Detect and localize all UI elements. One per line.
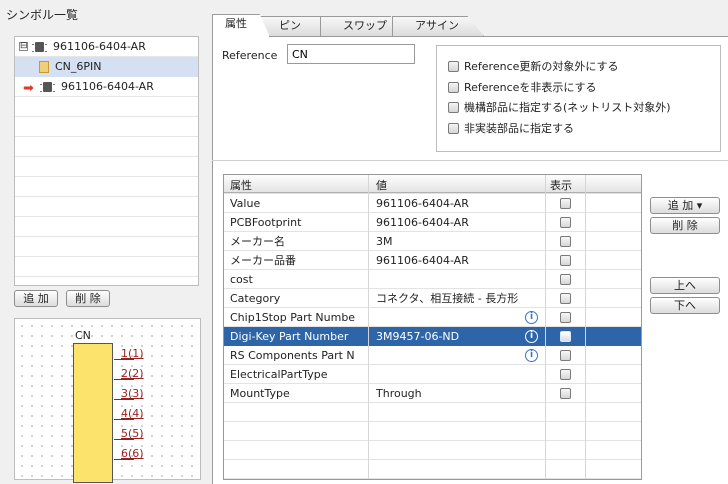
column-divider — [585, 175, 586, 479]
option-label: 機構部品に指定する(ネットリスト対象外) — [464, 101, 671, 114]
attribute-name: MountType — [230, 387, 290, 400]
add-symbol-button[interactable]: 追 加 — [14, 290, 58, 307]
attribute-name: RS Components Part N — [230, 349, 355, 362]
show-checkbox[interactable] — [560, 217, 571, 228]
pin-label: 2(2) — [121, 367, 144, 380]
symbol-body — [73, 343, 113, 483]
attribute-name: PCBFootprint — [230, 216, 302, 229]
chip-icon — [40, 82, 55, 92]
tree-item-label: CN_6PIN — [55, 60, 102, 73]
symbol-list-title: シンボル一覧 — [6, 8, 79, 22]
checkbox[interactable] — [448, 61, 459, 72]
info-icon[interactable]: i — [525, 349, 538, 362]
tree-item-part-current[interactable]: ➡ 961106-6404-AR — [15, 77, 198, 97]
tree-item-part[interactable]: ⊟ 961106-6404-AR — [15, 37, 198, 57]
option-label: 非実装部品に指定する — [464, 122, 574, 135]
attribute-value[interactable]: 3M — [376, 232, 546, 251]
delete-symbol-button[interactable]: 削 除 — [66, 290, 110, 307]
table-row[interactable]: メーカー名 3M — [224, 232, 641, 251]
show-checkbox[interactable] — [560, 369, 571, 380]
attribute-name: Category — [230, 292, 281, 305]
symbol-icon — [39, 61, 49, 73]
table-row[interactable]: Category コネクタ、相互接続 - 長方形 — [224, 289, 641, 308]
table-row[interactable]: MountType Through — [224, 384, 641, 403]
show-checkbox[interactable] — [560, 388, 571, 399]
collapse-icon[interactable]: ⊟ — [19, 42, 28, 51]
table-row[interactable]: RS Components Part N i — [224, 346, 641, 365]
show-checkbox[interactable] — [560, 350, 571, 361]
divider — [212, 160, 728, 161]
info-icon[interactable]: i — [525, 311, 538, 324]
option-label: Referenceを非表示にする — [464, 81, 597, 94]
attribute-name: Digi-Key Part Number — [230, 330, 349, 343]
tree-item-label: 961106-6404-AR — [53, 40, 146, 53]
pin-label: 5(5) — [121, 427, 144, 440]
show-checkbox[interactable] — [560, 255, 571, 266]
attribute-value[interactable]: 961106-6404-AR — [376, 194, 546, 213]
attribute-value[interactable]: 3M9457-06-ND — [376, 327, 546, 346]
attribute-name: cost — [230, 273, 253, 286]
attribute-name: Value — [230, 197, 261, 210]
option-label: Reference更新の対象外にする — [464, 60, 619, 73]
checkbox[interactable] — [448, 123, 459, 134]
attribute-value[interactable]: 961106-6404-AR — [376, 251, 546, 270]
reference-label: Reference — [222, 49, 278, 62]
tab-bar: 属性 ピン スワップ アサイン — [212, 14, 728, 37]
attribute-value[interactable]: Through — [376, 384, 546, 403]
symbol-reference-label: CN — [75, 329, 91, 342]
pin-label: 3(3) — [121, 387, 144, 400]
table-row[interactable]: Value 961106-6404-AR — [224, 194, 641, 213]
table-row[interactable]: Chip1Stop Part Numbe i — [224, 308, 641, 327]
column-header-value[interactable]: 値 — [376, 177, 387, 193]
move-up-button[interactable]: 上へ — [650, 277, 720, 294]
column-header-show[interactable]: 表示 — [550, 177, 572, 193]
attribute-name: Chip1Stop Part Numbe — [230, 311, 356, 324]
reference-input[interactable] — [287, 44, 415, 64]
table-row[interactable]: ElectricalPartType — [224, 365, 641, 384]
pin-label: 6(6) — [121, 447, 144, 460]
show-checkbox[interactable] — [560, 331, 571, 342]
table-row[interactable]: PCBFootprint 961106-6404-AR — [224, 213, 641, 232]
symbol-preview: CN 1(1) 2(2) 3(3) 4(4) 5(5) 6(6) — [14, 318, 201, 483]
show-checkbox[interactable] — [560, 293, 571, 304]
pin-label: 4(4) — [121, 407, 144, 420]
table-row[interactable]: メーカー品番 961106-6404-AR — [224, 251, 641, 270]
symbol-tree[interactable]: ⊟ 961106-6404-AR CN_6PIN ➡ 961106-6404-A… — [14, 36, 199, 286]
current-arrow-icon: ➡ — [23, 81, 34, 96]
tree-item-symbol[interactable]: CN_6PIN — [15, 57, 198, 77]
attribute-name: メーカー品番 — [230, 254, 296, 267]
attribute-name: メーカー名 — [230, 235, 285, 248]
show-checkbox[interactable] — [560, 274, 571, 285]
table-row-selected[interactable]: Digi-Key Part Number 3M9457-06-ND i — [224, 327, 641, 346]
show-checkbox[interactable] — [560, 236, 571, 247]
show-checkbox[interactable] — [560, 312, 571, 323]
show-checkbox[interactable] — [560, 198, 571, 209]
add-attribute-button[interactable]: 追 加 ▾ — [650, 197, 720, 214]
delete-attribute-button[interactable]: 削 除 — [650, 217, 720, 234]
tab-assign[interactable]: アサイン — [392, 16, 484, 36]
checkbox[interactable] — [448, 102, 459, 113]
column-divider — [368, 175, 369, 479]
checkbox[interactable] — [448, 82, 459, 93]
table-row[interactable]: cost — [224, 270, 641, 289]
table-header — [224, 175, 641, 193]
attribute-name: ElectricalPartType — [230, 368, 328, 381]
info-icon[interactable]: i — [525, 330, 538, 343]
move-down-button[interactable]: 下へ — [650, 297, 720, 314]
chip-icon — [32, 42, 47, 52]
column-divider — [545, 175, 546, 479]
attribute-value[interactable]: 961106-6404-AR — [376, 213, 546, 232]
tree-item-label: 961106-6404-AR — [61, 80, 154, 93]
attribute-value[interactable]: コネクタ、相互接続 - 長方形 — [376, 289, 546, 308]
column-header-attribute[interactable]: 属性 — [230, 177, 252, 193]
pin-label: 1(1) — [121, 347, 144, 360]
